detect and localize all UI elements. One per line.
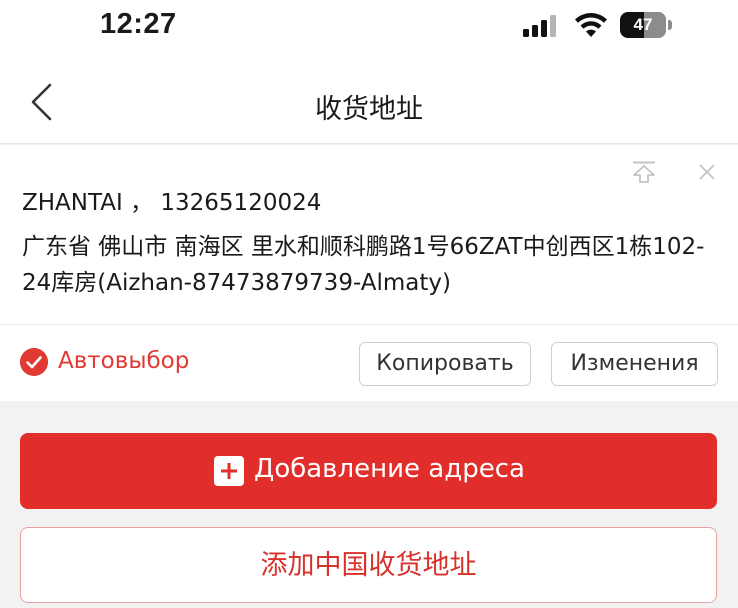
status-bar: 12:27 47 [0, 0, 738, 56]
status-time: 12:27 [100, 8, 177, 40]
plus-square-icon [214, 456, 244, 486]
battery-level: 47 [633, 15, 653, 34]
add-address-button[interactable]: Добавление адреса [20, 433, 717, 509]
battery-icon: 47 [620, 12, 666, 38]
add-address-label: Добавление адреса [254, 454, 525, 484]
edit-button[interactable]: Изменения [551, 342, 718, 386]
close-icon[interactable] [697, 162, 717, 182]
check-circle-icon[interactable] [20, 348, 48, 376]
default-address-label[interactable]: Автовыбор [58, 348, 189, 374]
battery-tip [668, 20, 672, 30]
cellular-signal-icon [523, 15, 561, 37]
recipient-name-phone: ZHANTAI ， 13265120024 [22, 190, 322, 216]
pin-to-top-icon[interactable] [631, 161, 657, 183]
copy-button[interactable]: Копировать [359, 342, 531, 386]
wifi-icon [575, 13, 607, 37]
full-address: 广东省 佛山市 南海区 里水和顺科鹏路1号66ZAT中创西区1栋102-24库房… [22, 234, 705, 296]
page-title: 收货地址 [315, 94, 423, 125]
nav-bar: 收货地址 [0, 56, 738, 144]
address-card: ZHANTAI ， 13265120024 广东省 佛山市 南海区 里水和顺科鹏… [0, 145, 738, 401]
add-china-address-button[interactable]: 添加中国收货地址 [20, 527, 717, 603]
card-divider [0, 324, 738, 325]
